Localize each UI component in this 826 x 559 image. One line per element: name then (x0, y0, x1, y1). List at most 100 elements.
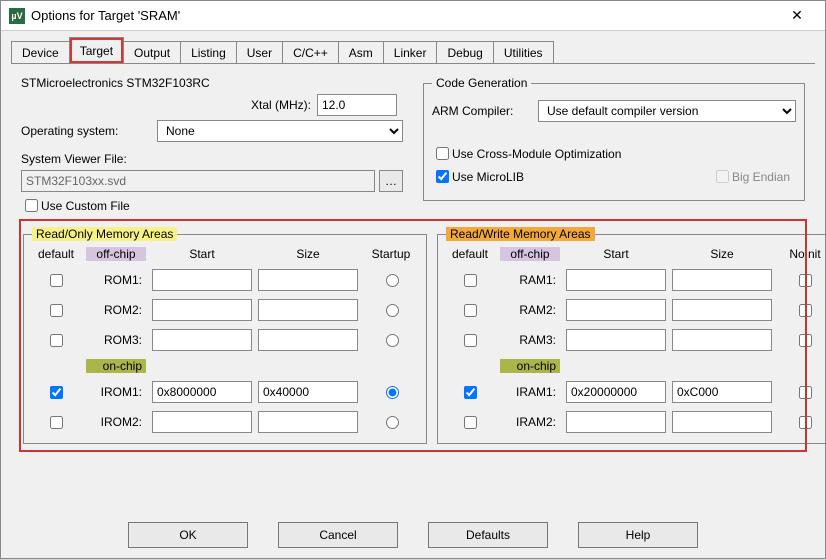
ram-hdr-offchip: off-chip (500, 247, 560, 261)
iram1-size-input[interactable] (672, 381, 772, 403)
xtal-input[interactable] (317, 94, 397, 116)
big-endian-label: Big Endian (732, 170, 790, 184)
ram3-start-input[interactable] (566, 329, 666, 351)
rom1-start-input[interactable] (152, 269, 252, 291)
rom-hdr-startup: Startup (364, 247, 418, 261)
ram-legend: Read/Write Memory Areas (446, 227, 595, 241)
rom3-label: ROM3: (86, 333, 146, 347)
tab-asm[interactable]: Asm (338, 41, 384, 63)
irom2-default-checkbox[interactable] (50, 416, 63, 429)
iram2-noinit-checkbox[interactable] (799, 416, 812, 429)
ram1-size-input[interactable] (672, 269, 772, 291)
rom-hdr-offchip: off-chip (86, 247, 146, 261)
iram2-size-input[interactable] (672, 411, 772, 433)
codegen-group: Code Generation ARM Compiler: Use defaul… (423, 76, 805, 201)
tab-strip: Device Target Output Listing User C/C++ … (11, 37, 815, 63)
irom1-start-input[interactable] (152, 381, 252, 403)
codegen-legend: Code Generation (432, 76, 531, 90)
cancel-button[interactable]: Cancel (278, 522, 398, 548)
ram2-label: RAM2: (500, 303, 560, 317)
rom2-startup-radio[interactable] (386, 304, 399, 317)
rom2-start-input[interactable] (152, 299, 252, 321)
rom-hdr-size: Size (258, 247, 358, 261)
big-endian-checkbox (716, 170, 729, 183)
cross-module-checkbox[interactable] (436, 147, 449, 160)
ram-onchip-label: on-chip (500, 359, 560, 373)
defaults-button[interactable]: Defaults (428, 522, 548, 548)
ram-hdr-default: default (446, 247, 494, 261)
rom3-default-checkbox[interactable] (50, 334, 63, 347)
rom-group: Read/Only Memory Areas default off-chip … (23, 227, 427, 444)
irom1-size-input[interactable] (258, 381, 358, 403)
rom1-default-checkbox[interactable] (50, 274, 63, 287)
microlib-label: Use MicroLIB (452, 170, 524, 184)
ram-hdr-size: Size (672, 247, 772, 261)
target-panel: STMicroelectronics STM32F103RC Xtal (MHz… (11, 63, 815, 514)
iram2-label: IRAM2: (500, 415, 560, 429)
tab-utilities[interactable]: Utilities (493, 41, 554, 63)
rom1-startup-radio[interactable] (386, 274, 399, 287)
ok-button[interactable]: OK (128, 522, 248, 548)
rom-hdr-default: default (32, 247, 80, 261)
rom1-size-input[interactable] (258, 269, 358, 291)
tab-device[interactable]: Device (11, 41, 70, 63)
ram1-start-input[interactable] (566, 269, 666, 291)
rom3-size-input[interactable] (258, 329, 358, 351)
button-bar: OK Cancel Defaults Help (1, 514, 825, 558)
irom2-size-input[interactable] (258, 411, 358, 433)
rom-legend: Read/Only Memory Areas (32, 227, 177, 241)
iram2-default-checkbox[interactable] (464, 416, 477, 429)
iram1-label: IRAM1: (500, 385, 560, 399)
iram1-start-input[interactable] (566, 381, 666, 403)
xtal-label: Xtal (MHz): (251, 98, 311, 112)
iram2-start-input[interactable] (566, 411, 666, 433)
irom2-start-input[interactable] (152, 411, 252, 433)
tab-listing[interactable]: Listing (180, 41, 237, 63)
ram-hdr-noinit: NoInit (778, 247, 826, 261)
ram2-default-checkbox[interactable] (464, 304, 477, 317)
svd-browse-button[interactable]: … (379, 170, 403, 192)
iram1-default-checkbox[interactable] (464, 386, 477, 399)
rom2-size-input[interactable] (258, 299, 358, 321)
ram2-size-input[interactable] (672, 299, 772, 321)
ram3-noinit-checkbox[interactable] (799, 334, 812, 347)
opsys-select[interactable]: None (157, 120, 403, 142)
rom1-label: ROM1: (86, 273, 146, 287)
use-custom-file-label: Use Custom File (41, 199, 130, 213)
ram2-start-input[interactable] (566, 299, 666, 321)
ram1-label: RAM1: (500, 273, 560, 287)
ram1-default-checkbox[interactable] (464, 274, 477, 287)
rom-onchip-label: on-chip (86, 359, 146, 373)
iram1-noinit-checkbox[interactable] (799, 386, 812, 399)
opsys-label: Operating system: (21, 124, 151, 138)
tab-output[interactable]: Output (123, 41, 181, 63)
use-custom-file-checkbox[interactable] (25, 199, 38, 212)
irom2-startup-radio[interactable] (386, 416, 399, 429)
irom1-startup-radio[interactable] (386, 386, 399, 399)
cross-module-label: Use Cross-Module Optimization (452, 147, 621, 161)
titlebar: µV Options for Target 'SRAM' ✕ (1, 1, 825, 31)
microlib-checkbox[interactable] (436, 170, 449, 183)
options-window: µV Options for Target 'SRAM' ✕ Device Ta… (0, 0, 826, 559)
tab-user[interactable]: User (236, 41, 283, 63)
ram1-noinit-checkbox[interactable] (799, 274, 812, 287)
tab-target[interactable]: Target (69, 37, 124, 63)
tab-linker[interactable]: Linker (383, 41, 438, 63)
close-button[interactable]: ✕ (777, 2, 817, 30)
rom3-start-input[interactable] (152, 329, 252, 351)
ram3-size-input[interactable] (672, 329, 772, 351)
svd-label: System Viewer File: (21, 152, 127, 166)
irom2-label: IROM2: (86, 415, 146, 429)
rom3-startup-radio[interactable] (386, 334, 399, 347)
arm-compiler-select[interactable]: Use default compiler version (538, 100, 796, 122)
ram-grid: default off-chip Start Size NoInit RAM1:… (446, 247, 826, 433)
irom1-default-checkbox[interactable] (50, 386, 63, 399)
app-icon: µV (9, 8, 25, 24)
rom2-default-checkbox[interactable] (50, 304, 63, 317)
help-button[interactable]: Help (578, 522, 698, 548)
ram3-default-checkbox[interactable] (464, 334, 477, 347)
tab-debug[interactable]: Debug (436, 41, 493, 63)
ram2-noinit-checkbox[interactable] (799, 304, 812, 317)
tab-cpp[interactable]: C/C++ (282, 41, 339, 63)
rom-hdr-start: Start (152, 247, 252, 261)
